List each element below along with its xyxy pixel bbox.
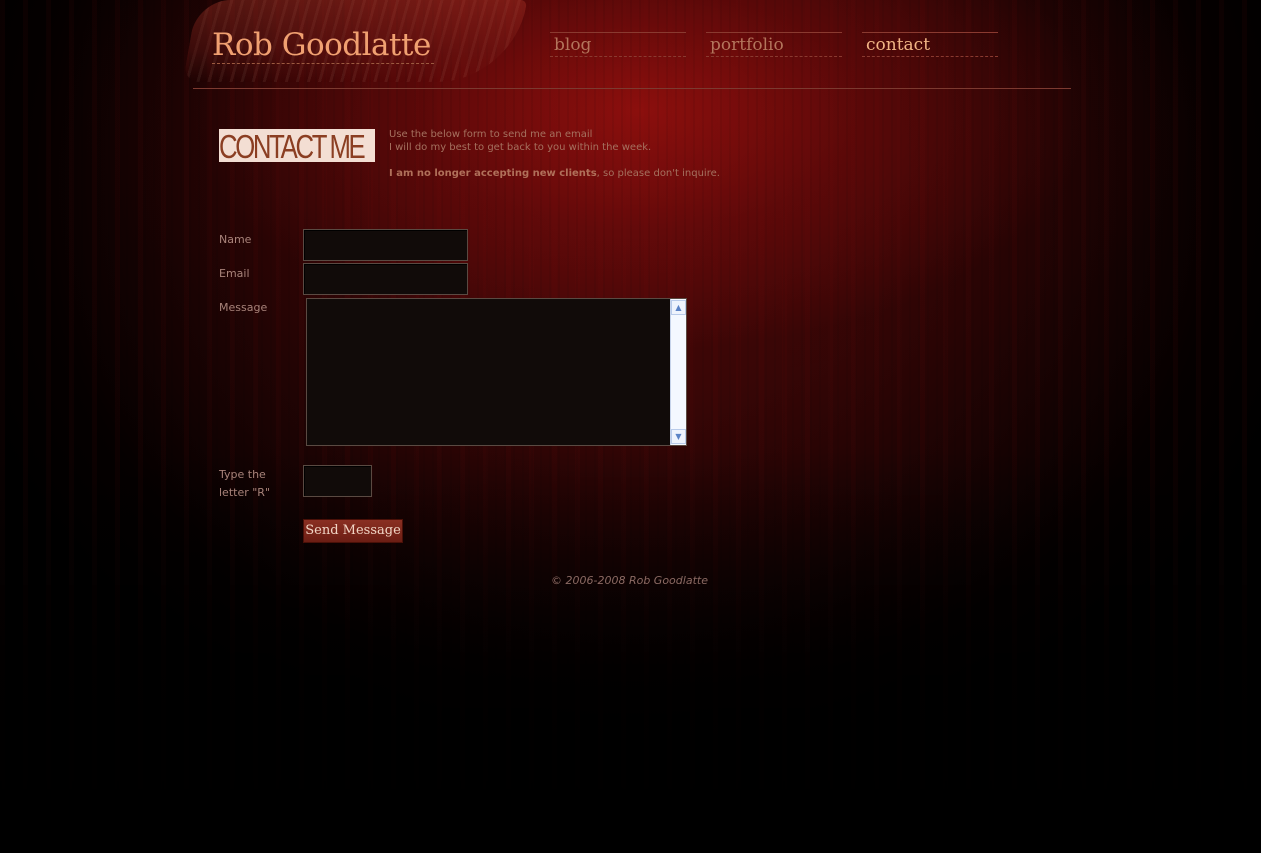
captcha-input[interactable]: [303, 465, 372, 497]
message-textarea[interactable]: [307, 299, 670, 445]
intro-line-2: I will do my best to get back to you wit…: [389, 142, 652, 153]
send-message-button[interactable]: Send Message: [303, 519, 403, 543]
email-input[interactable]: [303, 263, 468, 295]
copyright: © 2006-2008 Rob Goodlatte: [551, 574, 708, 587]
intro-line-1: Use the below form to send me an email: [389, 129, 593, 140]
name-input[interactable]: [303, 229, 468, 261]
name-label: Name: [219, 233, 252, 246]
captcha-label: Type the letter "R": [219, 468, 270, 499]
page-title: CONTACT ME: [219, 129, 375, 162]
scroll-up-arrow-icon[interactable]: ▲: [671, 300, 686, 315]
scroll-down-arrow-icon[interactable]: ▼: [671, 429, 686, 444]
email-label: Email: [219, 267, 250, 280]
intro-text: Use the below form to send me an email I…: [389, 128, 749, 180]
message-field: ▲ ▼: [306, 298, 687, 446]
message-label: Message: [219, 301, 268, 314]
nav-portfolio[interactable]: portfolio: [706, 32, 842, 57]
intro-note: I am no longer accepting new clients, so…: [389, 167, 749, 180]
intro-note-rest: , so please don't inquire.: [596, 168, 720, 179]
header-divider: [193, 88, 1071, 89]
site-logo[interactable]: Rob Goodlatte: [212, 27, 434, 64]
nav-blog[interactable]: blog: [550, 32, 686, 57]
nav-contact[interactable]: contact: [862, 32, 998, 57]
message-scrollbar[interactable]: ▲ ▼: [670, 299, 686, 445]
intro-note-bold: I am no longer accepting new clients: [389, 168, 597, 179]
